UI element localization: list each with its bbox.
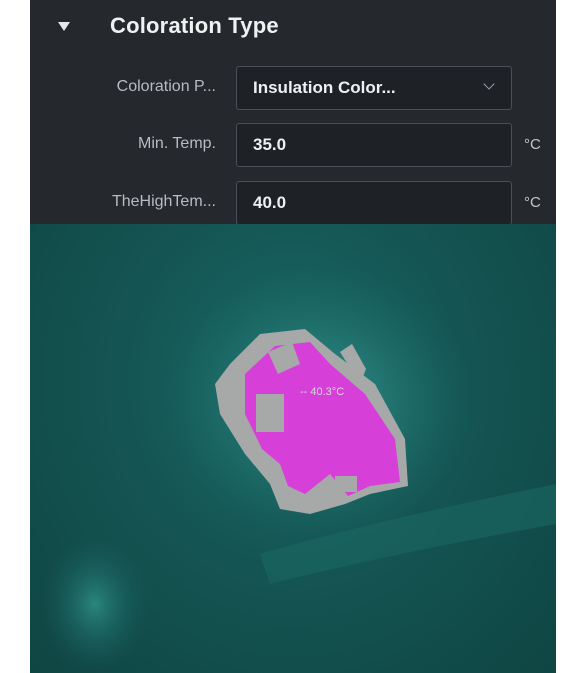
min-temp-row: Min. Temp. 35.0 °C <box>30 123 556 171</box>
lower-left-glow <box>40 534 150 673</box>
settings-panel: Coloration Type Coloration P... Insulati… <box>30 0 556 225</box>
high-temp-label: TheHighTem... <box>111 193 216 210</box>
coloration-palette-row: Coloration P... Insulation Color... <box>30 66 556 114</box>
cool-spot <box>256 394 284 432</box>
chevron-down-icon[interactable] <box>483 78 495 90</box>
cool-spot-lower <box>335 476 357 492</box>
section-title: Coloration Type <box>110 13 279 38</box>
collapse-triangle-icon[interactable] <box>58 22 70 31</box>
thermal-image-view[interactable]: -- 40.3°C <box>30 224 556 673</box>
coloration-type-section-header[interactable]: Coloration Type <box>30 0 556 54</box>
min-temp-unit: °C <box>524 136 541 153</box>
thermal-settings-frame: Coloration Type Coloration P... Insulati… <box>30 0 556 673</box>
coloration-palette-label: Coloration P... <box>116 78 216 95</box>
temperature-readout: -- 40.3°C <box>300 386 345 398</box>
min-temp-value: 35.0 <box>253 135 287 154</box>
thermal-image-svg <box>40 264 556 673</box>
high-temp-input[interactable]: 40.0 <box>236 181 512 225</box>
high-temp-unit: °C <box>524 194 541 211</box>
min-temp-label: Min. Temp. <box>138 135 216 152</box>
high-temp-value: 40.0 <box>253 193 287 212</box>
high-temp-row: TheHighTem... 40.0 °C <box>30 181 556 229</box>
coloration-palette-select[interactable]: Insulation Color... <box>236 66 512 110</box>
min-temp-input[interactable]: 35.0 <box>236 123 512 167</box>
coloration-palette-value: Insulation Color... <box>253 78 396 97</box>
